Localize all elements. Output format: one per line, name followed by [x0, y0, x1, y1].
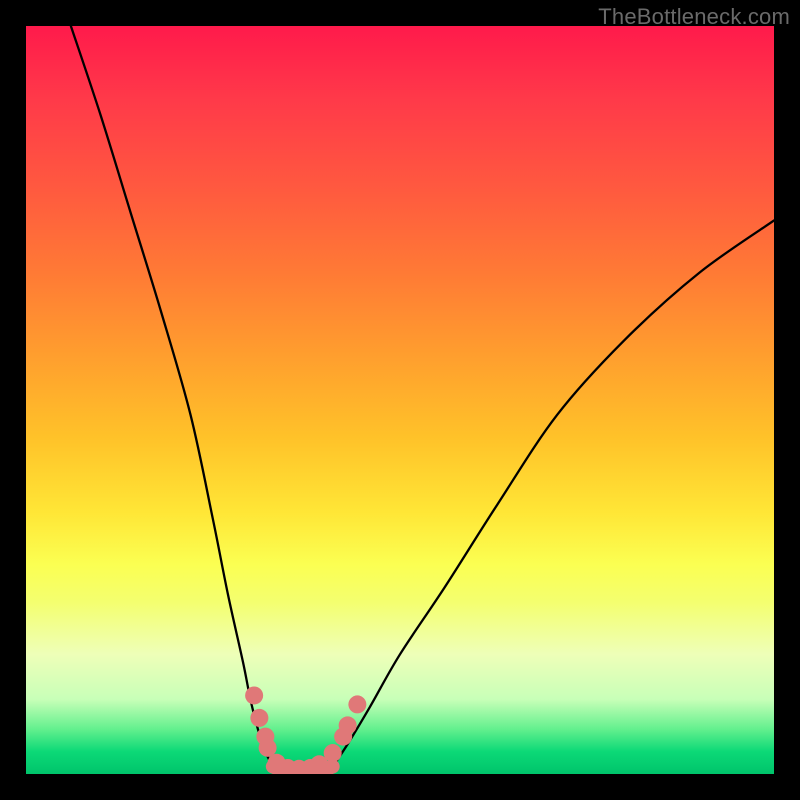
- watermark-text: TheBottleneck.com: [598, 4, 790, 30]
- chart-frame: TheBottleneck.com: [0, 0, 800, 800]
- valley-dot: [245, 686, 263, 704]
- valley-dots-group: [245, 686, 366, 774]
- plot-area: [26, 26, 774, 774]
- valley-dot: [259, 739, 277, 757]
- valley-dot: [339, 716, 357, 734]
- valley-dot: [324, 744, 342, 762]
- valley-dot: [250, 709, 268, 727]
- left-curve: [71, 26, 273, 767]
- chart-svg: [26, 26, 774, 774]
- right-curve: [333, 220, 774, 766]
- valley-dot: [348, 695, 366, 713]
